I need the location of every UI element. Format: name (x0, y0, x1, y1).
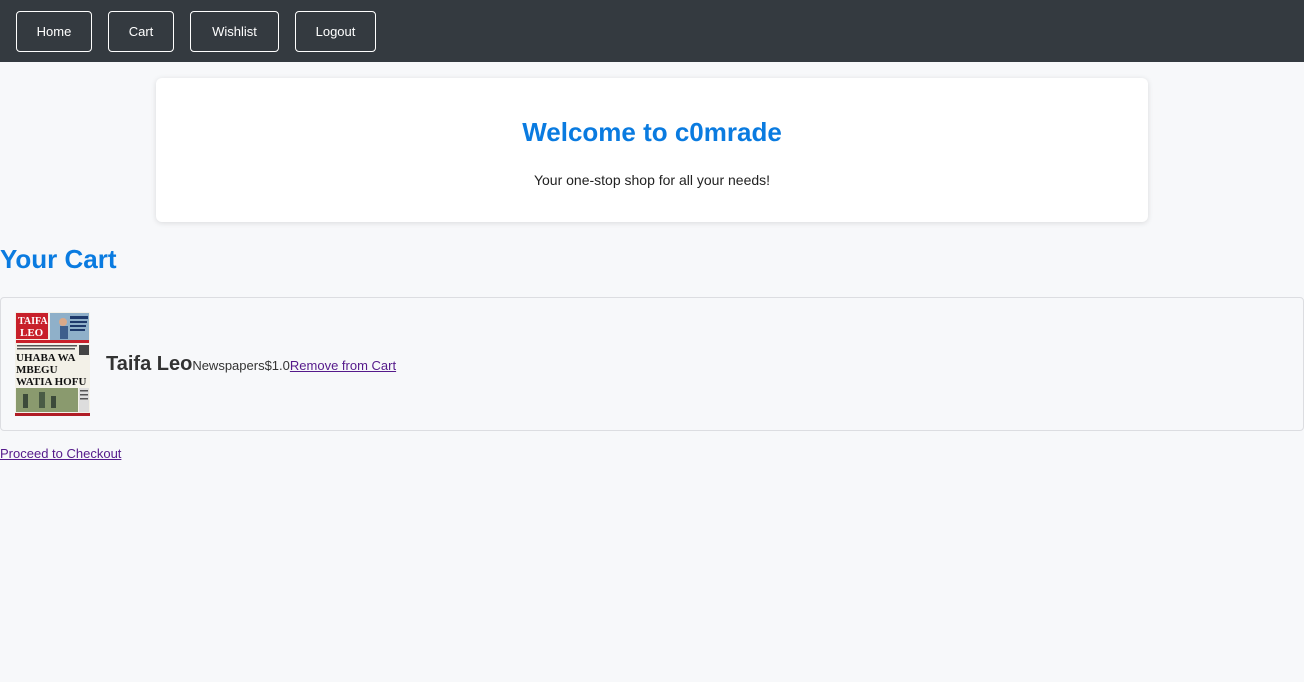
product-thumbnail: TAIFA LEO UHABA WA MBEGU WATIA HOFU (15, 312, 90, 416)
welcome-subtitle: Your one-stop shop for all your needs! (533, 172, 771, 188)
nav-logout-button[interactable]: Logout (295, 11, 376, 52)
nav-wishlist-button[interactable]: Wishlist (190, 11, 279, 52)
product-price: $1.0 (264, 358, 290, 373)
remove-from-cart-link[interactable]: Remove from Cart (290, 358, 396, 373)
nav-home-button[interactable]: Home (16, 11, 92, 52)
welcome-card: Welcome to c0mrade Your one-stop shop fo… (156, 78, 1148, 222)
nav-cart-button[interactable]: Cart (108, 11, 174, 52)
top-navbar: Home Cart Wishlist Logout (0, 0, 1304, 62)
product-category: Newspapers (192, 358, 265, 373)
cart-heading: Your Cart (0, 244, 117, 274)
thumbnail-headline-line-2: MBEGU (16, 364, 58, 376)
thumbnail-masthead-line-2: LEO (20, 327, 44, 339)
thumbnail-headline-line-3: WATIA HOFU (16, 376, 86, 388)
welcome-title: Welcome to c0mrade (522, 117, 782, 147)
thumbnail-masthead-line-1: TAIFA (18, 316, 48, 327)
thumbnail-headline-line-1: UHABA WA (16, 352, 75, 364)
proceed-to-checkout-link[interactable]: Proceed to Checkout (0, 446, 121, 461)
cart-item-info: Taifa LeoNewspapers$1.0Remove from Cart (106, 352, 396, 376)
product-name: Taifa Leo (106, 353, 193, 375)
cart-item: TAIFA LEO UHABA WA MBEGU WATIA HOFU Taif… (0, 297, 1304, 431)
